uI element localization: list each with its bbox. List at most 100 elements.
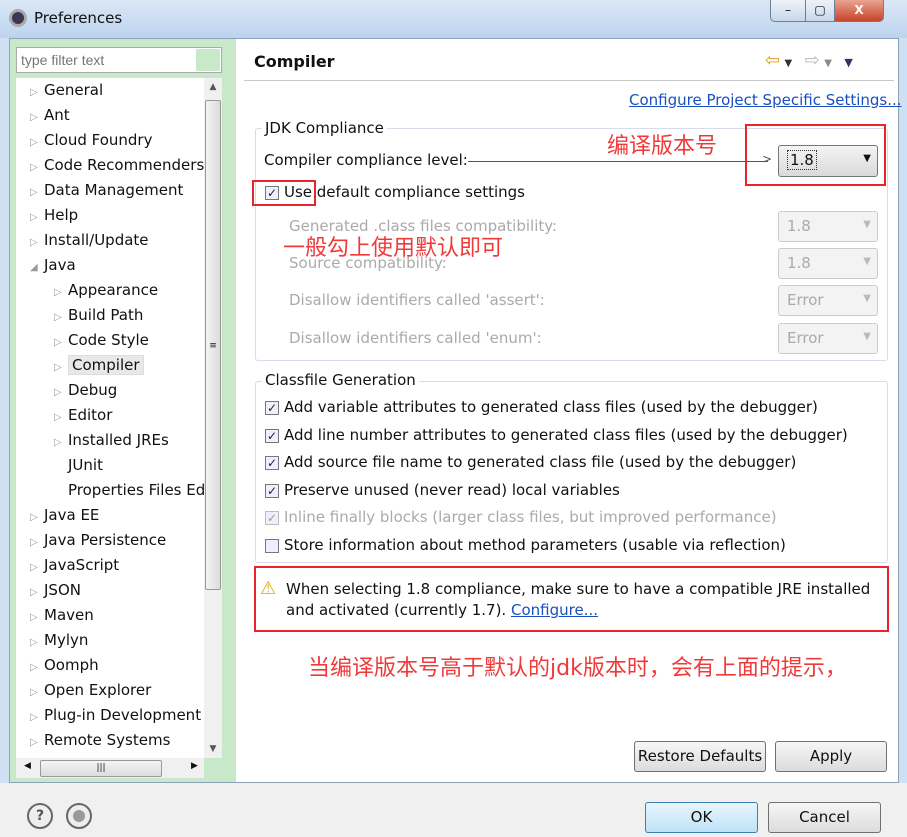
cancel-button[interactable]: Cancel bbox=[768, 802, 881, 833]
expand-arrow-icon[interactable]: ▷ bbox=[30, 80, 44, 105]
header-divider bbox=[244, 80, 894, 81]
expand-arrow-icon[interactable]: ▷ bbox=[54, 305, 68, 330]
expand-arrow-icon[interactable]: ▷ bbox=[30, 105, 44, 130]
tree-item[interactable]: ▷ Data Management bbox=[30, 178, 183, 203]
compat-select[interactable]: 1.8 ▼ bbox=[778, 248, 878, 279]
tree-item-label: Remote Systems bbox=[44, 731, 171, 749]
ok-button[interactable]: OK bbox=[645, 802, 758, 833]
back-icon[interactable]: ⇦ bbox=[765, 50, 780, 71]
expanded-arrow-icon[interactable]: ◢ bbox=[30, 255, 44, 280]
expand-arrow-icon[interactable]: ▷ bbox=[30, 655, 44, 680]
expand-arrow-icon[interactable]: ▷ bbox=[54, 280, 68, 305]
tree-item-label: Cloud Foundry bbox=[44, 131, 153, 149]
option-checkbox[interactable]: ✓ bbox=[265, 483, 279, 498]
expand-arrow-icon[interactable]: ▷ bbox=[30, 505, 44, 530]
dropdown-arrow-icon: ▼ bbox=[863, 256, 871, 267]
tree-item[interactable]: ▷ Plug-in Development bbox=[30, 703, 201, 728]
tree-vertical-thumb[interactable]: ≡ bbox=[205, 100, 221, 590]
option-label: Add source file name to generated class … bbox=[284, 453, 797, 471]
option-checkbox[interactable]: ✓ bbox=[265, 511, 279, 525]
expand-arrow-icon[interactable]: ▷ bbox=[30, 530, 44, 555]
tree-horizontal-thumb[interactable]: ||| bbox=[40, 760, 162, 777]
expand-arrow-icon[interactable]: ▷ bbox=[30, 205, 44, 230]
tree-item[interactable]: ▷ Code Style bbox=[54, 328, 149, 353]
tree-item[interactable]: ▷ JavaScript bbox=[30, 553, 119, 578]
tree-item[interactable]: Properties Files Ed bbox=[54, 478, 204, 503]
expand-arrow-icon[interactable]: ▷ bbox=[30, 580, 44, 605]
apply-button[interactable]: Apply bbox=[775, 741, 887, 772]
configure-project-settings-link[interactable]: Configure Project Specific Settings... bbox=[629, 91, 902, 109]
tree-item-label: Compiler bbox=[68, 355, 144, 375]
expand-arrow-icon[interactable]: ▷ bbox=[54, 355, 68, 380]
tree-item[interactable]: JUnit bbox=[54, 453, 103, 478]
option-checkbox[interactable]: ✓ bbox=[265, 456, 279, 470]
restore-defaults-button[interactable]: Restore Defaults bbox=[634, 741, 766, 772]
tree-item-label: Installed JREs bbox=[68, 431, 169, 449]
minimize-button[interactable]: – bbox=[770, 0, 806, 22]
expand-arrow-icon[interactable]: ▷ bbox=[30, 680, 44, 705]
tree-item[interactable]: ▷ Maven bbox=[30, 603, 94, 628]
record-icon[interactable] bbox=[66, 803, 92, 829]
tree-item[interactable]: ▷ JSON bbox=[30, 578, 81, 603]
tree-item[interactable]: ▷ Debug bbox=[54, 378, 117, 403]
expand-arrow-icon[interactable]: ▷ bbox=[30, 130, 44, 155]
tree-item[interactable]: ▷ Build Path bbox=[54, 303, 143, 328]
expand-arrow-icon[interactable]: ▷ bbox=[54, 430, 68, 455]
tree-item-label: Appearance bbox=[68, 281, 159, 299]
tree-item-label: Open Explorer bbox=[44, 681, 152, 699]
tree-item[interactable]: ▷ Open Explorer bbox=[30, 678, 151, 703]
expand-arrow-icon[interactable]: ▷ bbox=[30, 705, 44, 730]
tree-item[interactable]: ▷ General bbox=[30, 78, 103, 103]
tree-item[interactable]: ◢ Java bbox=[30, 253, 76, 278]
filter-input[interactable] bbox=[16, 47, 222, 73]
tree-item[interactable]: ▷ Installed JREs bbox=[54, 428, 169, 453]
tree-item[interactable]: ▷ Install/Update bbox=[30, 228, 149, 253]
tree-item[interactable]: ▷ Code Recommenders bbox=[30, 153, 204, 178]
tree-item[interactable]: ▷ Mylyn bbox=[30, 628, 88, 653]
tree-item[interactable]: ▷ Cloud Foundry bbox=[30, 128, 152, 153]
forward-menu-icon[interactable]: ▼ bbox=[824, 58, 832, 69]
expand-arrow-icon[interactable]: ▷ bbox=[30, 230, 44, 255]
view-menu-icon[interactable]: ▼ bbox=[844, 56, 852, 69]
tree-item[interactable]: ▷ Java Persistence bbox=[30, 528, 166, 553]
tree-item-label: Properties Files Ed bbox=[68, 481, 204, 499]
tree-item-label: Plug-in Development bbox=[44, 706, 202, 724]
page-title: Compiler bbox=[254, 52, 335, 71]
compat-select[interactable]: 1.8 ▼ bbox=[778, 211, 878, 242]
annotation-box-checkbox bbox=[252, 180, 316, 206]
expand-arrow-icon[interactable]: ▷ bbox=[30, 630, 44, 655]
close-button[interactable]: X bbox=[834, 0, 884, 22]
tree-item[interactable]: ▷ Compiler bbox=[54, 353, 144, 378]
option-checkbox[interactable] bbox=[265, 538, 279, 553]
window-title: Preferences bbox=[34, 9, 123, 27]
compat-select[interactable]: Error ▼ bbox=[778, 323, 878, 354]
tree-item[interactable]: ▷ Oomph bbox=[30, 653, 99, 678]
help-icon[interactable]: ? bbox=[27, 803, 53, 829]
option-checkbox[interactable]: ✓ bbox=[265, 428, 279, 443]
back-menu-icon[interactable]: ▼ bbox=[785, 58, 793, 69]
tree-item[interactable]: ▷ Help bbox=[30, 203, 78, 228]
option-label: Store information about method parameter… bbox=[284, 535, 786, 554]
clear-filter-icon[interactable] bbox=[196, 49, 220, 71]
tree-item-label: Java EE bbox=[44, 506, 100, 524]
forward-icon[interactable]: ⇨ bbox=[805, 50, 820, 71]
dropdown-arrow-icon: ▼ bbox=[863, 219, 871, 230]
option-checkbox[interactable]: ✓ bbox=[265, 401, 279, 415]
expand-arrow-icon[interactable]: ▷ bbox=[30, 605, 44, 630]
expand-arrow-icon[interactable]: ▷ bbox=[30, 180, 44, 205]
expand-arrow-icon[interactable]: ▷ bbox=[54, 405, 68, 430]
maximize-button[interactable]: ▢ bbox=[805, 0, 835, 22]
expand-arrow-icon[interactable]: ▷ bbox=[54, 330, 68, 355]
compat-select[interactable]: Error ▼ bbox=[778, 285, 878, 316]
expand-arrow-icon[interactable]: ▷ bbox=[54, 380, 68, 405]
expand-arrow-icon[interactable]: ▷ bbox=[30, 730, 44, 755]
page-nav: ⇦ ▼ ⇨ ▼ ▼ bbox=[765, 50, 853, 71]
tree-item[interactable]: ▷ Editor bbox=[54, 403, 112, 428]
tree-item-label: General bbox=[44, 81, 104, 99]
expand-arrow-icon[interactable]: ▷ bbox=[30, 155, 44, 180]
tree-item[interactable]: ▷ Remote Systems bbox=[30, 728, 170, 753]
tree-item[interactable]: ▷ Java EE bbox=[30, 503, 99, 528]
expand-arrow-icon[interactable]: ▷ bbox=[30, 555, 44, 580]
tree-item[interactable]: ▷ Ant bbox=[30, 103, 70, 128]
tree-item[interactable]: ▷ Appearance bbox=[54, 278, 158, 303]
